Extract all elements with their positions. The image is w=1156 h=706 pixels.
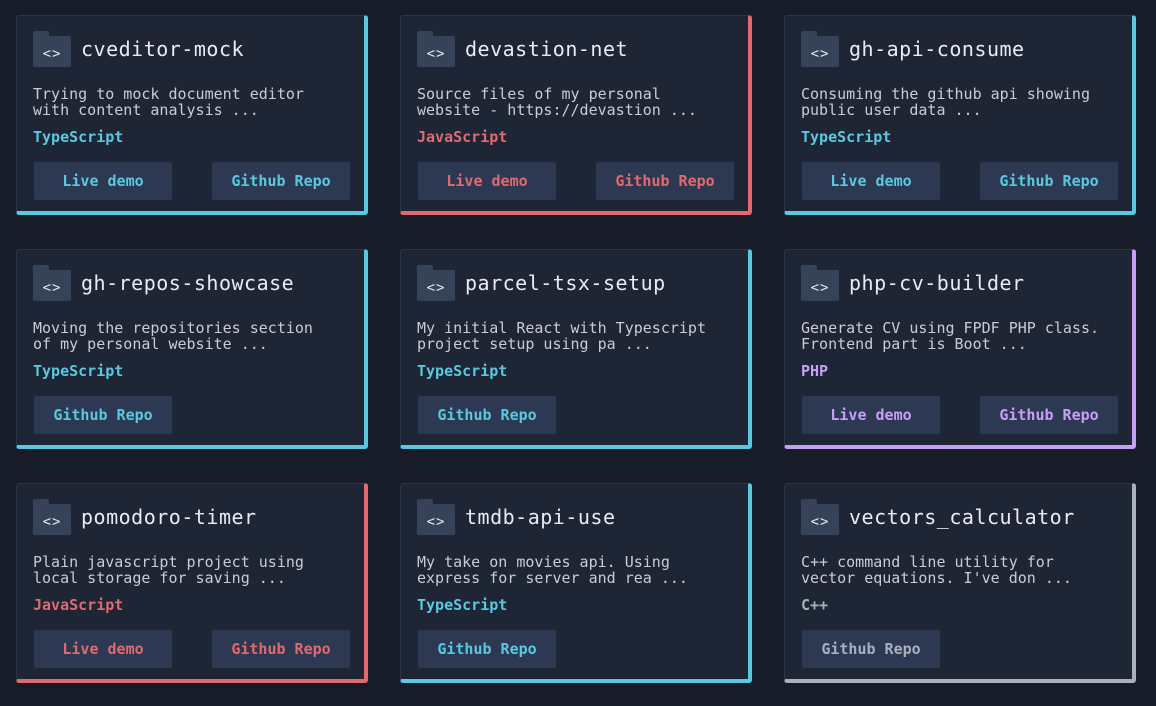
language-label: JavaScript (33, 596, 124, 614)
project-card-gh-repos-showcase: <> gh-repos-showcase Moving the reposito… (16, 249, 368, 449)
project-card-vectors-calculator: <> vectors_calculator C++ command line u… (784, 483, 1136, 683)
card-header: <> gh-repos-showcase (33, 265, 294, 301)
live-demo-button[interactable]: Live demo (34, 162, 172, 200)
language-label: PHP (801, 362, 829, 380)
card-header: <> tmdb-api-use (417, 499, 616, 535)
project-description: C++ command line utility for vector equa… (801, 553, 1072, 587)
card-header: <> parcel-tsx-setup (417, 265, 666, 301)
project-card-gh-api-consume: <> gh-api-consume Consuming the github a… (784, 15, 1136, 215)
language-label: TypeScript (801, 128, 892, 146)
project-card-tmdb-api-use: <> tmdb-api-use My take on movies api. U… (400, 483, 752, 683)
live-demo-button[interactable]: Live demo (802, 396, 940, 434)
folder-code-icon: <> (801, 31, 839, 67)
project-title[interactable]: vectors_calculator (849, 505, 1075, 529)
language-label: JavaScript (417, 128, 508, 146)
language-label: TypeScript (417, 596, 508, 614)
github-repo-button[interactable]: Github Repo (34, 396, 172, 434)
project-card-cveditor-mock: <> cveditor-mock Trying to mock document… (16, 15, 368, 215)
card-header: <> vectors_calculator (801, 499, 1075, 535)
project-title[interactable]: php-cv-builder (849, 271, 1025, 295)
project-title[interactable]: tmdb-api-use (465, 505, 616, 529)
project-description: My initial React with Typescript project… (417, 319, 706, 353)
card-header: <> devastion-net (417, 31, 628, 67)
github-repo-button[interactable]: Github Repo (212, 630, 350, 668)
folder-code-icon: <> (801, 265, 839, 301)
language-label: TypeScript (417, 362, 508, 380)
project-title[interactable]: cveditor-mock (81, 37, 244, 61)
github-repo-button[interactable]: Github Repo (980, 396, 1118, 434)
live-demo-button[interactable]: Live demo (34, 630, 172, 668)
projects-grid: <> cveditor-mock Trying to mock document… (0, 0, 1156, 706)
project-card-pomodoro-timer: <> pomodoro-timer Plain javascript proje… (16, 483, 368, 683)
project-card-php-cv-builder: <> php-cv-builder Generate CV using FPDF… (784, 249, 1136, 449)
project-description: Moving the repositories section of my pe… (33, 319, 313, 353)
project-title[interactable]: pomodoro-timer (81, 505, 257, 529)
language-label: TypeScript (33, 128, 124, 146)
github-repo-button[interactable]: Github Repo (212, 162, 350, 200)
github-repo-button[interactable]: Github Repo (980, 162, 1118, 200)
project-description: Generate CV using FPDF PHP class. Fronte… (801, 319, 1100, 353)
card-header: <> gh-api-consume (801, 31, 1025, 67)
language-label: TypeScript (33, 362, 124, 380)
github-repo-button[interactable]: Github Repo (418, 630, 556, 668)
project-title[interactable]: gh-api-consume (849, 37, 1025, 61)
project-card-parcel-tsx-setup: <> parcel-tsx-setup My initial React wit… (400, 249, 752, 449)
card-header: <> pomodoro-timer (33, 499, 257, 535)
project-description: Plain javascript project using local sto… (33, 553, 304, 587)
live-demo-button[interactable]: Live demo (418, 162, 556, 200)
folder-code-icon: <> (801, 499, 839, 535)
project-description: Trying to mock document editor with cont… (33, 85, 304, 119)
project-description: Source files of my personal website - ht… (417, 85, 697, 119)
project-description: Consuming the github api showing public … (801, 85, 1090, 119)
project-title[interactable]: devastion-net (465, 37, 628, 61)
folder-code-icon: <> (417, 31, 455, 67)
github-repo-button[interactable]: Github Repo (596, 162, 734, 200)
github-repo-button[interactable]: Github Repo (418, 396, 556, 434)
live-demo-button[interactable]: Live demo (802, 162, 940, 200)
folder-code-icon: <> (33, 499, 71, 535)
project-title[interactable]: gh-repos-showcase (81, 271, 294, 295)
project-description: My take on movies api. Using express for… (417, 553, 688, 587)
language-label: C++ (801, 596, 829, 614)
folder-code-icon: <> (417, 265, 455, 301)
folder-code-icon: <> (33, 31, 71, 67)
card-header: <> php-cv-builder (801, 265, 1025, 301)
folder-code-icon: <> (33, 265, 71, 301)
card-header: <> cveditor-mock (33, 31, 244, 67)
project-title[interactable]: parcel-tsx-setup (465, 271, 666, 295)
folder-code-icon: <> (417, 499, 455, 535)
project-card-devastion-net: <> devastion-net Source files of my pers… (400, 15, 752, 215)
github-repo-button[interactable]: Github Repo (802, 630, 940, 668)
